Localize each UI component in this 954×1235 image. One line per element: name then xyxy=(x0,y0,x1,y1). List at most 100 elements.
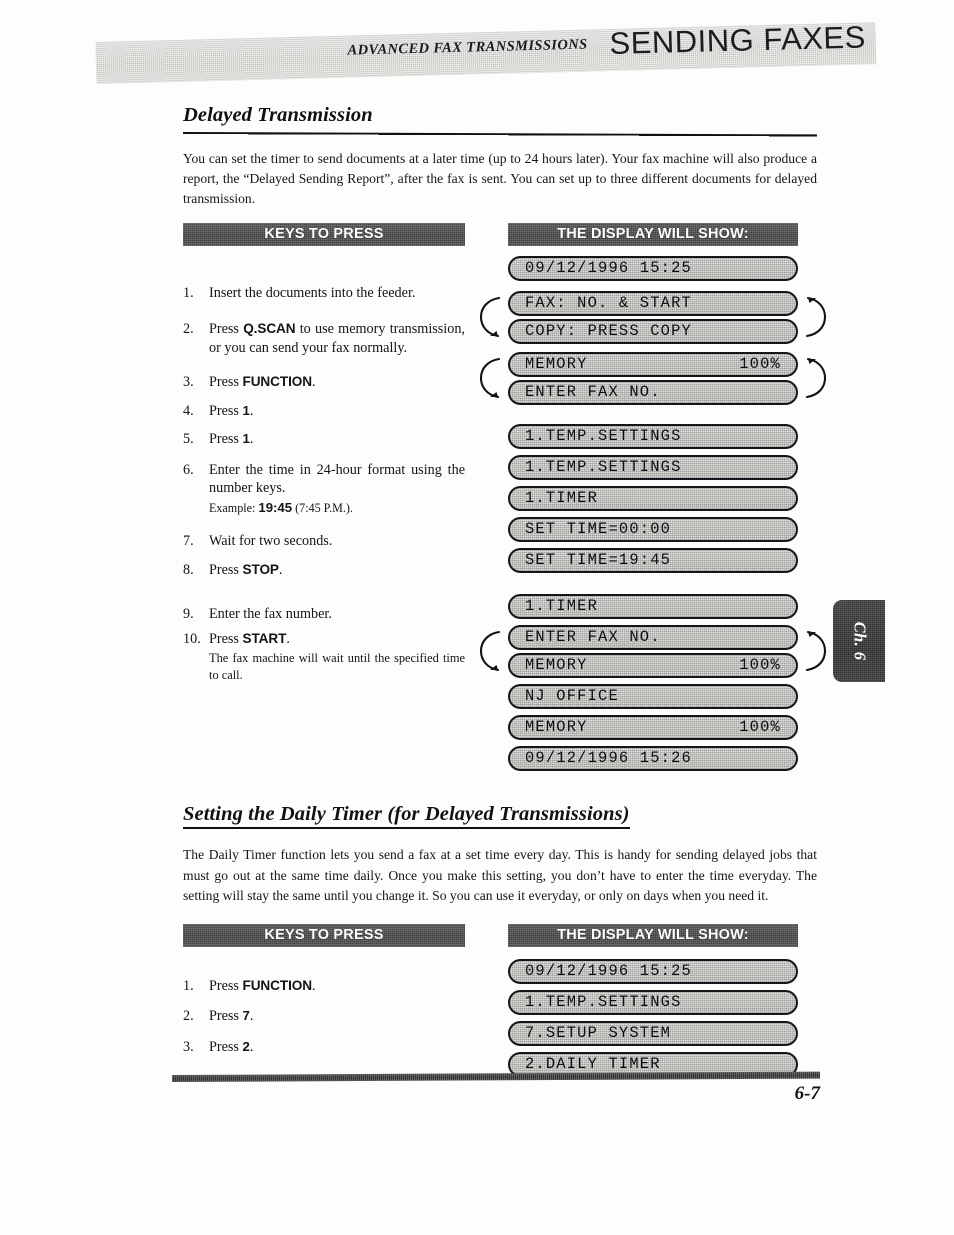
lcd-text-left: 1.TEMP.SETTINGS xyxy=(525,427,682,446)
step-item: 1. Insert the documents into the feeder. xyxy=(183,284,465,302)
step-number: 2. xyxy=(183,321,194,338)
section-intro-paragraph: The Daily Timer function lets you send a… xyxy=(183,847,817,903)
step-text: Press 2. xyxy=(209,1038,254,1055)
steps-list: 1. Press FUNCTION. 2. Press 7. 3. Press 2. xyxy=(183,977,465,1056)
lcd-text-left: SET TIME=00:00 xyxy=(525,520,672,539)
step-subtext: The fax machine will wait until the spec… xyxy=(209,651,465,682)
step-number: 9. xyxy=(183,606,194,623)
lcd-display: 1.TEMP.SETTINGS xyxy=(508,454,798,480)
step-item: 8. Press STOP. xyxy=(183,561,465,579)
lcd-alternating-pair: FAX: NO. & START COPY: PRESS COPY xyxy=(479,290,827,344)
lcd-row: 09/12/1996 15:25 xyxy=(508,958,798,984)
step-number: 1. xyxy=(183,977,194,994)
keys-column: 1. Insert the documents into the feeder. 2… xyxy=(183,252,465,777)
step-text: Press START. xyxy=(209,630,290,647)
loop-arrow-right-icon xyxy=(805,297,827,338)
lcd-alternating-pair: ENTER FAX NO. MEMORY 100% xyxy=(479,624,827,678)
lcd-row: 09/12/1996 15:26 xyxy=(508,745,798,771)
step-number: 3. xyxy=(183,1038,194,1055)
step-item: 2. Press Q.SCAN to use memory transmissio… xyxy=(183,320,465,357)
section-heading-1: Delayed Transmission xyxy=(182,104,818,137)
lcd-text-left: ENTER FAX NO. xyxy=(525,383,661,402)
manual-page: ADVANCED FAX TRANSMISSIONS SENDING FAXES… xyxy=(0,0,954,1235)
lcd-display: MEMORY 100% xyxy=(508,652,798,678)
lcd-text-left: 1.TIMER xyxy=(525,489,599,508)
lcd-text-left: 09/12/1996 15:25 xyxy=(525,259,692,278)
step-text: Press 1. xyxy=(209,402,254,419)
lcd-list: 09/12/1996 15:25 1.TEMP.SETTINGS 7.SETUP S… xyxy=(508,958,798,1077)
lcd-list: 09/12/1996 15:25 FAX: NO. & START COPY: PR… xyxy=(479,255,827,771)
key-name: FUNCTION xyxy=(242,977,313,993)
lcd-display: SET TIME=00:00 xyxy=(508,516,798,542)
step-item: 5. Press 1. xyxy=(183,430,465,448)
steps-list: 1. Insert the documents into the feeder. 2… xyxy=(183,284,465,684)
lcd-text-right: 100% xyxy=(739,355,781,374)
column-header-bars: KEYS TO PRESS THE DISPLAY WILL SHOW: xyxy=(183,923,817,947)
step-number: 6. xyxy=(183,461,194,478)
lcd-display: 1.TIMER xyxy=(508,485,798,511)
page-content: Delayed Transmission You can set the tim… xyxy=(182,104,827,1083)
lcd-text-left: 09/12/1996 15:25 xyxy=(525,962,692,981)
loop-arrow-right xyxy=(803,625,829,677)
column-gap xyxy=(465,252,508,777)
key-name: FUNCTION xyxy=(242,374,313,390)
lcd-text-left: 1.TEMP.SETTINGS xyxy=(525,458,682,477)
loop-arrow-right xyxy=(803,352,829,404)
step-number: 3. xyxy=(183,374,194,391)
bar-spacer xyxy=(465,223,508,246)
lcd-alternating-pair: MEMORY 100% ENTER FAX NO. xyxy=(479,351,827,405)
section-heading-2: Setting the Daily Timer (for Delayed Tra… xyxy=(183,803,817,830)
display-column: 09/12/1996 15:25 FAX: NO. & START COPY: PR… xyxy=(479,252,827,777)
key-name: 7 xyxy=(242,1008,250,1024)
step-text: Enter the fax number. xyxy=(209,606,332,623)
key-name: 1 xyxy=(242,402,250,418)
lcd-row: 09/12/1996 15:25 xyxy=(508,255,798,281)
lcd-display: ENTER FAX NO. xyxy=(508,624,798,650)
step-text: Insert the documents into the feeder. xyxy=(209,284,416,301)
lcd-row: 1.TEMP.SETTINGS xyxy=(508,454,798,480)
keys-column: 1. Press FUNCTION. 2. Press 7. 3. Press 2. xyxy=(183,953,465,1083)
step-text: Press 7. xyxy=(209,1008,254,1025)
step-number: 2. xyxy=(183,1008,194,1025)
step-number: 8. xyxy=(183,561,194,578)
key-name: 2 xyxy=(242,1038,250,1054)
procedure-block-2: KEYS TO PRESS THE DISPLAY WILL SHOW: 1. P… xyxy=(183,923,817,1083)
procedure-columns: 1. Insert the documents into the feeder. 2… xyxy=(183,252,827,777)
lcd-display: FAX: NO. & START xyxy=(508,290,798,316)
lcd-text-left: FAX: NO. & START xyxy=(525,294,692,313)
lcd-display: 1.TIMER xyxy=(508,593,798,619)
lcd-display: 09/12/1996 15:25 xyxy=(508,958,798,984)
lcd-text-right: 100% xyxy=(739,656,781,675)
key-name: 1 xyxy=(242,431,250,447)
step-text: Press FUNCTION. xyxy=(209,374,316,391)
lcd-display: SET TIME=19:45 xyxy=(508,547,798,573)
lcd-row: 7.SETUP SYSTEM xyxy=(508,1020,798,1046)
lcd-text-right: 100% xyxy=(739,718,781,737)
lcd-display: 09/12/1996 15:25 xyxy=(508,255,798,281)
step-text: Press Q.SCAN to use memory transmission,… xyxy=(209,321,465,356)
running-header: ADVANCED FAX TRANSMISSIONS SENDING FAXES xyxy=(95,20,877,96)
key-name: STOP xyxy=(242,561,279,577)
column-header-bars: KEYS TO PRESS THE DISPLAY WILL SHOW: xyxy=(183,222,817,246)
lcd-display: 1.TEMP.SETTINGS xyxy=(508,989,798,1015)
key-name: START xyxy=(242,630,287,646)
lcd-text-left: 09/12/1996 15:26 xyxy=(525,749,692,768)
step-number: 7. xyxy=(183,533,194,550)
step-example-note: Example: 19:45 (7:45 P.M.). xyxy=(209,499,353,515)
lcd-text-left: 7.SETUP SYSTEM xyxy=(525,1024,672,1043)
step-item: 3. Press FUNCTION. xyxy=(183,373,465,391)
heading-rule xyxy=(182,131,818,137)
loop-arrow-right xyxy=(803,291,829,343)
section-intro-paragraph: You can set the timer to send documents … xyxy=(183,150,817,206)
keys-to-press-bar: KEYS TO PRESS xyxy=(183,222,465,246)
column-gap xyxy=(465,953,508,1083)
lcd-text-left: MEMORY xyxy=(525,355,588,374)
lcd-display: ENTER FAX NO. xyxy=(508,379,798,405)
step-item: 7. Wait for two seconds. xyxy=(183,532,465,550)
lcd-row: 1.TEMP.SETTINGS xyxy=(508,989,798,1015)
step-text: Press STOP. xyxy=(209,561,283,578)
procedure-columns: 1. Press FUNCTION. 2. Press 7. 3. Press 2. 09… xyxy=(183,953,817,1083)
lcd-display: MEMORY 100% xyxy=(508,351,798,377)
example-value: 19:45 xyxy=(258,499,293,515)
step-item: 4. Press 1. xyxy=(183,402,465,420)
